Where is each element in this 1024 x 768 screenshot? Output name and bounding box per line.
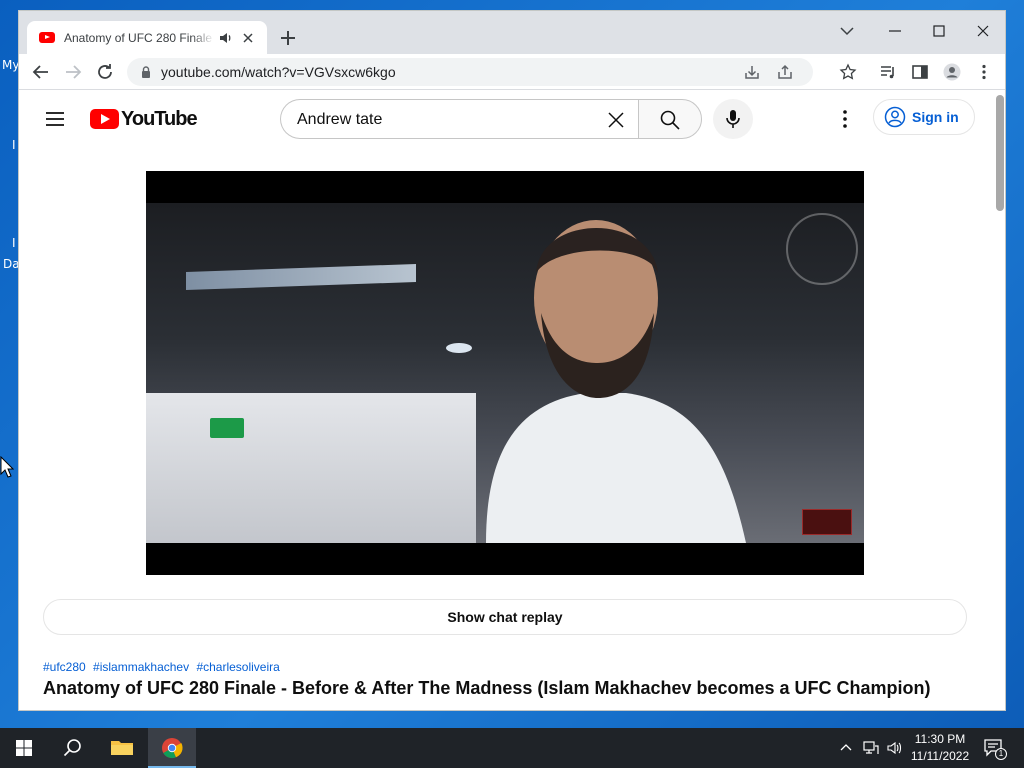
bookmark-star-icon[interactable] [839,63,857,81]
mouse-cursor-icon [0,456,14,478]
exit-sign [210,418,244,438]
address-bar[interactable]: youtube.com/watch?v=VGVsxcw6kgo [127,58,813,86]
lock-icon[interactable] [139,65,153,79]
hashtag-link[interactable]: #islammakhachev [93,660,189,674]
hashtag-link[interactable]: #ufc280 [43,660,86,674]
new-tab-plus-icon[interactable] [277,27,299,49]
ceiling-light [186,263,416,291]
chrome-menu-icon[interactable] [975,63,993,81]
youtube-page: YouTube Sign in [19,91,993,710]
windows-logo-icon [16,740,32,756]
search-input[interactable] [297,109,597,131]
desktop-icon-label[interactable]: My [2,58,19,72]
clock-time: 11:30 PM [914,732,966,746]
hashtag-link[interactable]: #charlesoliveira [196,660,279,674]
show-hidden-icons-chevron-up-icon[interactable] [838,740,854,756]
account-circle-icon [884,106,906,128]
maximize-icon[interactable] [927,19,951,43]
video-player[interactable] [146,171,864,575]
tab-close-icon[interactable] [240,30,256,46]
network-icon[interactable] [862,740,880,756]
taskbar-clock[interactable]: 11:30 PM 11/11/2022 [904,731,976,765]
sign-in-button[interactable]: Sign in [873,99,975,135]
volume-icon[interactable] [886,740,904,756]
download-icon[interactable] [743,63,761,81]
search-box [280,99,638,139]
clear-search-x-icon[interactable] [605,109,627,131]
back-arrow-icon[interactable] [29,60,53,84]
show-chat-replay-button[interactable]: Show chat replay [43,599,967,635]
speaker-icon[interactable] [218,30,234,46]
background-wall [146,393,476,543]
share-icon[interactable] [776,63,794,81]
folder-icon [111,741,133,755]
youtube-play-logo-icon [90,109,119,129]
video-frame [146,203,864,543]
voice-search-button[interactable] [713,99,753,139]
url-text[interactable]: youtube.com/watch?v=VGVsxcw6kgo [161,64,396,80]
youtube-logo[interactable]: YouTube [90,107,198,131]
chrome-window: Anatomy of UFC 280 Finale - Before & Aft… [18,10,1006,711]
video-title: Anatomy of UFC 280 Finale - Before & Aft… [43,678,931,698]
tab-search-chevron-down-icon[interactable] [835,19,859,43]
search-button[interactable] [638,99,702,139]
youtube-masthead: YouTube Sign in [19,91,993,147]
more-options-icon[interactable] [833,107,857,131]
search-icon [63,739,81,757]
start-button[interactable] [0,728,48,768]
anatomy-of-a-fighter-watermark [786,213,858,285]
profile-icon[interactable] [943,63,961,81]
scrollbar-thumb[interactable] [996,95,1004,211]
search-icon [660,110,680,130]
microphone-icon [726,110,740,128]
youtube-logo-text: YouTube [121,107,198,130]
fighter-figure [486,220,746,543]
notification-count-badge: 1 [995,748,1007,760]
video-hashtags: #ufc280 #islammakhachev #charlesoliveira [43,660,284,674]
desktop-icon-label[interactable]: I [12,138,16,152]
side-panel-icon[interactable] [911,63,929,81]
taskbar: 11:30 PM 11/11/2022 1 [0,728,1024,768]
page-scrollbar[interactable] [993,91,1005,710]
chrome-logo-icon [162,738,183,759]
clock-date: 11/11/2022 [910,749,970,763]
tab-strip: Anatomy of UFC 280 Finale - Before & Aft… [19,11,1005,54]
channel-badge [802,509,852,535]
sign-in-label: Sign in [912,109,959,125]
window-close-icon[interactable] [971,19,995,43]
notifications-button[interactable]: 1 [982,736,1007,760]
tab-title: Anatomy of UFC 280 Finale - Before & Aft… [64,30,214,45]
desktop-icon-label[interactable]: I [12,236,16,250]
browser-toolbar: youtube.com/watch?v=VGVsxcw6kgo [19,54,1005,90]
forward-arrow-icon[interactable] [61,60,85,84]
reading-list-icon[interactable] [879,63,897,81]
chrome-taskbar-button[interactable] [148,728,196,768]
taskbar-search-button[interactable] [48,728,96,768]
youtube-favicon-icon [39,32,55,43]
file-explorer-button[interactable] [98,728,146,768]
minimize-icon[interactable] [883,19,907,43]
browser-tab[interactable]: Anatomy of UFC 280 Finale - Before & Aft… [27,21,267,54]
reload-icon[interactable] [93,60,117,84]
hamburger-menu-icon[interactable] [43,107,67,131]
